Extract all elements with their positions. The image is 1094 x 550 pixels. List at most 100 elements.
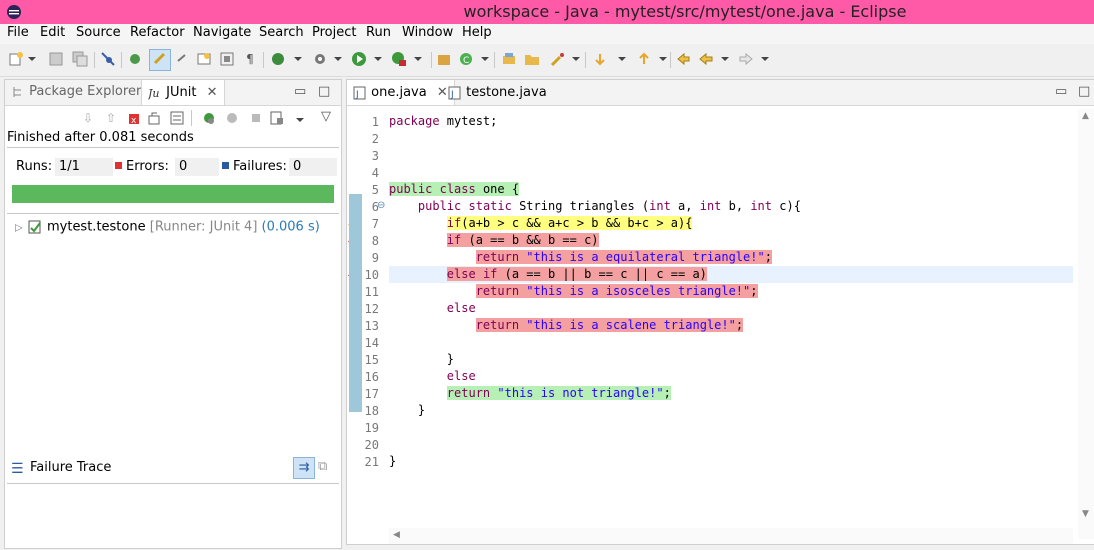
test-suite-name: mytest.testone xyxy=(46,219,146,235)
coverage-dropdown-icon[interactable] xyxy=(414,57,422,61)
new-dropdown-icon[interactable] xyxy=(28,57,36,61)
filter-stack-trace-icon[interactable]: ⇉ xyxy=(293,457,315,479)
new-java-package-icon[interactable] xyxy=(436,51,452,67)
mark-occurrences-icon[interactable] xyxy=(149,49,171,71)
previous-failure-icon[interactable]: ⇧ xyxy=(103,110,119,126)
fold-icon[interactable]: ⊖ xyxy=(377,200,385,211)
menu-run[interactable]: Run xyxy=(366,25,391,40)
main-toolbar: ¶ C xyxy=(0,44,1094,77)
code-text: b, xyxy=(721,199,751,213)
search-dropdown-icon[interactable] xyxy=(572,57,580,61)
vertical-scrollbar[interactable]: ▲ ▼ xyxy=(1078,109,1094,539)
tab-testone-java[interactable]: J testone.java xyxy=(448,80,547,105)
back-dropdown-icon[interactable] xyxy=(721,57,729,61)
save-icon[interactable] xyxy=(48,51,64,67)
menu-project[interactable]: Project xyxy=(312,25,356,40)
code-text: (a+b > c && a+c > b && b+c > a){ xyxy=(461,216,693,230)
show-whitespace-icon[interactable]: ¶ xyxy=(242,51,258,67)
word-wrap-icon[interactable] xyxy=(175,51,191,67)
block-selection-icon[interactable] xyxy=(219,51,235,67)
coverage-ruler xyxy=(349,194,362,412)
code-keyword: else xyxy=(446,369,476,383)
rerun-test-icon[interactable] xyxy=(201,110,217,126)
line-number: 13 xyxy=(364,319,379,333)
line-number: 2 xyxy=(371,132,379,146)
code-keyword: return xyxy=(446,386,491,400)
next-annotation-dropdown-icon[interactable] xyxy=(618,57,626,61)
menu-search[interactable]: Search xyxy=(259,25,304,40)
next-failure-icon[interactable]: ⇩ xyxy=(80,110,96,126)
open-type-icon[interactable] xyxy=(127,51,143,67)
runs-label: Runs: xyxy=(16,159,53,174)
line-number: 1 xyxy=(371,115,379,129)
menu-refactor[interactable]: Refactor xyxy=(130,25,185,40)
code-line-content: package mytest; xyxy=(389,114,497,128)
rerun-failures-icon[interactable] xyxy=(224,110,240,126)
show-failures-only-icon[interactable]: x xyxy=(125,110,141,126)
open-folder-icon[interactable] xyxy=(524,51,540,67)
previous-annotation-icon[interactable] xyxy=(636,51,652,67)
test-tree-item[interactable]: ▷ mytest.testone [Runner: JUnit 4] (0.00… xyxy=(15,219,320,235)
code-line: package mytest; xyxy=(389,113,497,130)
scroll-lock-icon[interactable] xyxy=(147,110,163,126)
code-area[interactable]: package mytest; public class one { public… xyxy=(389,109,1073,539)
line-number: 15 xyxy=(364,353,379,367)
tab-package-explorer[interactable]: Package Explorer xyxy=(11,84,141,99)
new-icon[interactable] xyxy=(8,51,24,67)
progress-bar xyxy=(12,185,334,203)
menu-file[interactable]: File xyxy=(7,25,29,40)
search-icon[interactable] xyxy=(550,51,566,67)
svg-text:C: C xyxy=(463,56,469,66)
run-icon[interactable] xyxy=(351,51,367,67)
menu-edit[interactable]: Edit xyxy=(40,25,65,40)
new-class-dropdown-icon[interactable] xyxy=(481,57,489,61)
horizontal-scrollbar[interactable]: ◀ xyxy=(389,528,1073,544)
forward-dropdown-icon[interactable] xyxy=(761,57,769,61)
maximize-icon[interactable]: □ xyxy=(1078,84,1090,99)
menu-source[interactable]: Source xyxy=(76,25,121,40)
code-text: a, xyxy=(670,199,700,213)
close-icon[interactable]: ✕ xyxy=(437,85,448,100)
history-icon[interactable] xyxy=(169,110,185,126)
coverage-icon[interactable] xyxy=(391,51,407,67)
code-string: "this is a isosceles triangle!" xyxy=(526,284,751,298)
package-explorer-icon xyxy=(13,86,21,97)
debug-icon[interactable] xyxy=(270,51,286,67)
menu-navigate[interactable]: Navigate xyxy=(193,25,251,40)
minimize-icon[interactable]: ▭ xyxy=(294,84,306,99)
maximize-icon[interactable]: □ xyxy=(318,84,330,99)
debug-dropdown-icon[interactable] xyxy=(294,57,302,61)
save-all-icon[interactable] xyxy=(72,51,88,67)
next-annotation-icon[interactable] xyxy=(592,51,608,67)
last-edit-location-icon[interactable] xyxy=(675,51,691,67)
stop-icon[interactable] xyxy=(248,110,264,126)
code-text: (a == b || b == c || c == a) xyxy=(497,267,707,281)
external-tools-icon[interactable] xyxy=(312,51,328,67)
expand-icon[interactable]: ▷ xyxy=(15,223,23,234)
svg-text:J: J xyxy=(355,90,359,100)
back-icon[interactable] xyxy=(698,51,714,67)
divider xyxy=(7,213,339,214)
menu-help[interactable]: Help xyxy=(462,25,492,40)
minimize-icon[interactable]: ▭ xyxy=(1055,84,1067,99)
annotation-icon[interactable] xyxy=(196,51,212,67)
forward-icon[interactable] xyxy=(738,51,754,67)
compare-result-icon[interactable]: ⧉ xyxy=(318,459,327,474)
tab-junit[interactable]: Ju JUnit ✕ xyxy=(141,80,225,105)
external-tools-dropdown-icon[interactable] xyxy=(334,57,342,61)
tab-one-java[interactable]: J one.java ✕ xyxy=(347,80,455,105)
open-task-icon[interactable] xyxy=(501,51,517,67)
menu-window[interactable]: Window xyxy=(402,25,453,40)
scroll-down-icon[interactable]: ▼ xyxy=(1082,509,1089,519)
scroll-left-icon[interactable]: ◀ xyxy=(393,530,400,540)
test-run-history-icon[interactable] xyxy=(269,110,285,126)
skip-breakpoints-icon[interactable] xyxy=(100,51,116,67)
view-menu-icon[interactable]: ▽ xyxy=(321,109,331,124)
run-dropdown-icon[interactable] xyxy=(374,57,382,61)
new-java-class-icon[interactable]: C xyxy=(458,51,474,67)
previous-annotation-dropdown-icon[interactable] xyxy=(659,57,667,61)
code-keyword: public xyxy=(389,182,433,196)
close-icon[interactable]: ✕ xyxy=(207,85,218,100)
scroll-up-icon[interactable]: ▲ xyxy=(1082,111,1089,121)
history-dropdown-icon[interactable] xyxy=(296,118,304,122)
